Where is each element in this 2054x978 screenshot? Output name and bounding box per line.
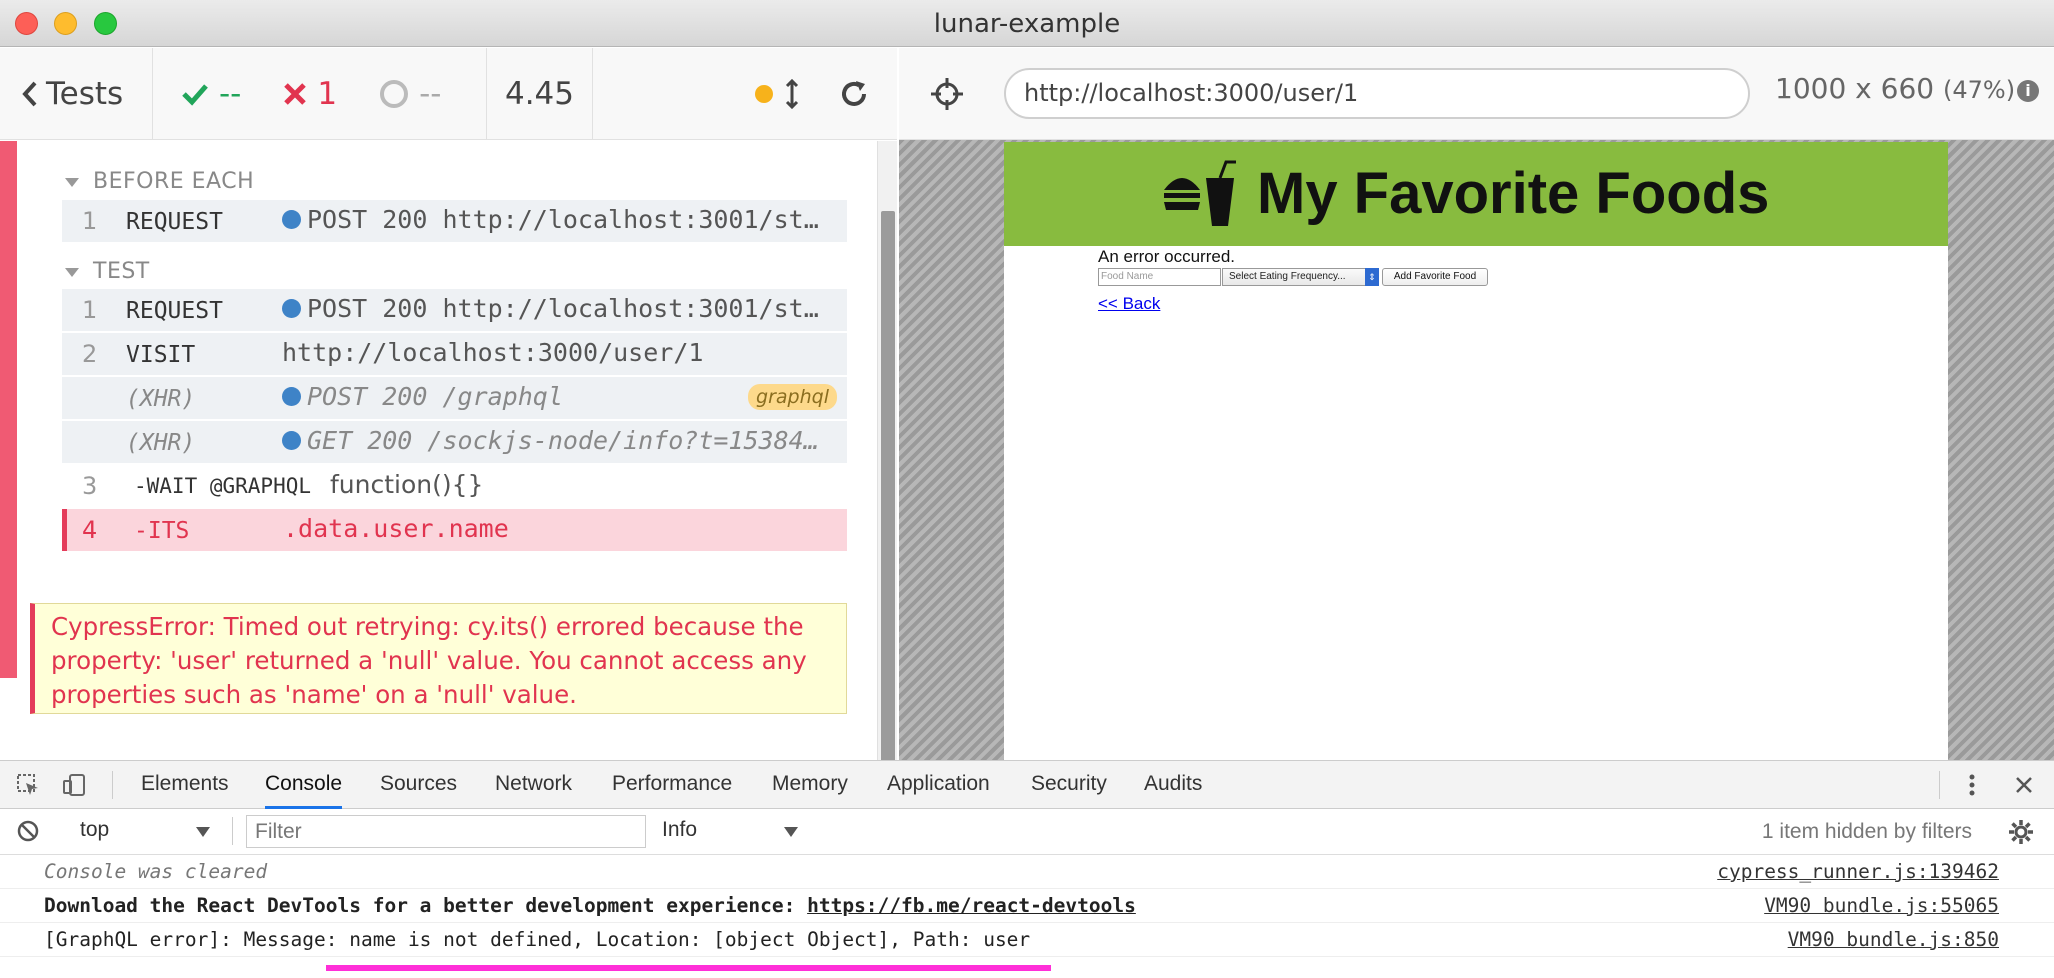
failed-count: 1: [317, 75, 338, 112]
console-message: Download the React DevTools for a better…: [0, 889, 2054, 923]
command-row-failed[interactable]: 4 -ITS .data.user.name: [62, 509, 847, 551]
app-header: My Favorite Foods: [1004, 142, 1948, 246]
source-link[interactable]: VM90 bundle.js:850: [1788, 923, 1999, 956]
caret-down-icon: [65, 177, 79, 187]
app-error-text: An error occurred.: [1098, 247, 1235, 266]
divider: [232, 817, 233, 845]
test-stats: -- 1 --: [153, 48, 487, 139]
pending-stat: --: [379, 76, 441, 112]
info-icon[interactable]: i: [2017, 80, 2039, 102]
command-row[interactable]: (XHR) GET 200 /sockjs-node/info?t=153845…: [62, 421, 847, 463]
add-favorite-food-button[interactable]: Add Favorite Food: [1382, 268, 1488, 286]
reporter-controls: [593, 48, 897, 139]
aut-header: http://localhost:3000/user/1 1000 x 660 …: [899, 48, 2054, 140]
devtools-panel: Elements Console Sources Network Perform…: [0, 760, 2054, 978]
inspect-element-icon[interactable]: [16, 773, 40, 797]
window-title: lunar-example: [933, 9, 1121, 39]
caret-down-icon: [65, 267, 79, 277]
status-dot-icon: [282, 210, 301, 229]
tab-elements[interactable]: Elements: [141, 761, 229, 809]
selector-playground-crosshair-icon[interactable]: [929, 76, 965, 112]
devtools-tabs: Elements Console Sources Network Perform…: [0, 761, 2054, 809]
caret-down-icon: [196, 827, 210, 837]
window-titlebar: lunar-example: [0, 0, 2054, 47]
status-dot-icon: [282, 299, 301, 318]
command-row[interactable]: 1 REQUEST POST 200 http://localhost:3001…: [62, 200, 847, 242]
before-each-hook[interactable]: BEFORE EACH: [65, 169, 254, 194]
source-link[interactable]: cypress_runner.js:139462: [1717, 855, 1999, 888]
food-name-input[interactable]: Food Name: [1098, 268, 1221, 286]
back-link[interactable]: << Back: [1098, 294, 1160, 314]
x-icon: [284, 82, 307, 105]
reporter-scrollbar[interactable]: [877, 141, 897, 808]
tests-label: Tests: [46, 75, 124, 112]
command-row[interactable]: 3 -WAIT @GRAPHQL function(){}: [62, 465, 847, 507]
context-select[interactable]: top: [80, 818, 109, 842]
cypress-reporter: Tests -- 1 -- 4.45 BEFORE EACH 1 REQUEST…: [0, 48, 897, 808]
running-indicator-dot: [755, 84, 773, 103]
console-message: Console was cleared cypress_runner.js:13…: [0, 855, 2054, 889]
alias-badge: graphql: [748, 384, 837, 410]
aut-url[interactable]: http://localhost:3000/user/1: [1004, 68, 1750, 119]
source-link[interactable]: VM90 bundle.js:55065: [1764, 889, 1999, 922]
log-levels-select[interactable]: Info: [662, 818, 697, 842]
eating-frequency-select[interactable]: Select Eating Frequency... ⇕: [1222, 268, 1379, 286]
failed-stat: 1: [283, 76, 337, 112]
status-dot-icon: [282, 431, 301, 450]
tab-console[interactable]: Console: [265, 761, 343, 809]
more-options-icon[interactable]: [1960, 773, 1984, 797]
rerun-icon[interactable]: [839, 79, 869, 109]
aut-iframe-container: My Favorite Foods An error occurred. Foo…: [899, 140, 2054, 762]
device-toolbar-icon[interactable]: [62, 773, 86, 797]
burger-drink-icon: [1164, 160, 1236, 226]
reporter-header: Tests -- 1 -- 4.45: [0, 48, 897, 140]
arrows-vertical-icon: [785, 78, 799, 109]
check-icon: [182, 83, 208, 106]
select-arrows-icon: ⇕: [1365, 268, 1379, 286]
passed-stat: --: [181, 76, 241, 112]
caret-down-icon: [784, 827, 798, 837]
pending-circle-icon: [380, 79, 409, 108]
highlight-underline: [326, 965, 1051, 971]
tab-sources[interactable]: Sources: [380, 761, 457, 809]
pending-count: --: [419, 75, 442, 112]
react-devtools-link[interactable]: https://fb.me/react-devtools: [807, 894, 1136, 917]
chevron-left-icon: [22, 81, 37, 106]
command-row[interactable]: (XHR) POST 200 /graphql graphql: [62, 377, 847, 419]
auto-scroll-toggle[interactable]: [755, 78, 799, 109]
passed-count: --: [219, 75, 242, 112]
command-row[interactable]: 2 VISIT http://localhost:3000/user/1: [62, 333, 847, 375]
divider: [1939, 771, 1940, 799]
tab-memory[interactable]: Memory: [772, 761, 848, 809]
command-row[interactable]: 1 REQUEST POST 200 http://localhost:3001…: [62, 289, 847, 331]
failed-test-indicator: [0, 141, 17, 678]
tab-performance[interactable]: Performance: [612, 761, 732, 809]
hidden-items-count: 1 item hidden by filters: [1761, 820, 1972, 843]
gear-icon[interactable]: [2008, 819, 2033, 844]
scrollbar-thumb[interactable]: [881, 211, 895, 806]
tab-network[interactable]: Network: [495, 761, 572, 809]
tab-audits[interactable]: Audits: [1144, 761, 1202, 809]
tests-button[interactable]: Tests: [0, 48, 153, 139]
status-dot-icon: [282, 387, 301, 406]
console-message: [GraphQL error]: Message: name is not de…: [0, 923, 2054, 957]
duration: 4.45: [487, 48, 593, 139]
divider: [112, 771, 113, 799]
tab-application[interactable]: Application: [887, 761, 990, 809]
close-devtools-icon[interactable]: [2012, 773, 2036, 797]
error-message: CypressError: Timed out retrying: cy.its…: [30, 603, 847, 714]
clear-console-icon[interactable]: [16, 819, 40, 843]
test-hook[interactable]: TEST: [65, 259, 150, 284]
console-toolbar: top Filter Info 1 item hidden by filters: [0, 809, 2054, 855]
command-log: BEFORE EACH 1 REQUEST POST 200 http://lo…: [0, 141, 877, 714]
console-filter-input[interactable]: Filter: [246, 815, 646, 848]
tab-security[interactable]: Security: [1031, 761, 1107, 809]
app-frame: My Favorite Foods An error occurred. Foo…: [1004, 142, 1948, 762]
viewport-size: 1000 x 660 (47%): [1775, 72, 2016, 105]
app-title: My Favorite Foods: [1257, 161, 1770, 226]
